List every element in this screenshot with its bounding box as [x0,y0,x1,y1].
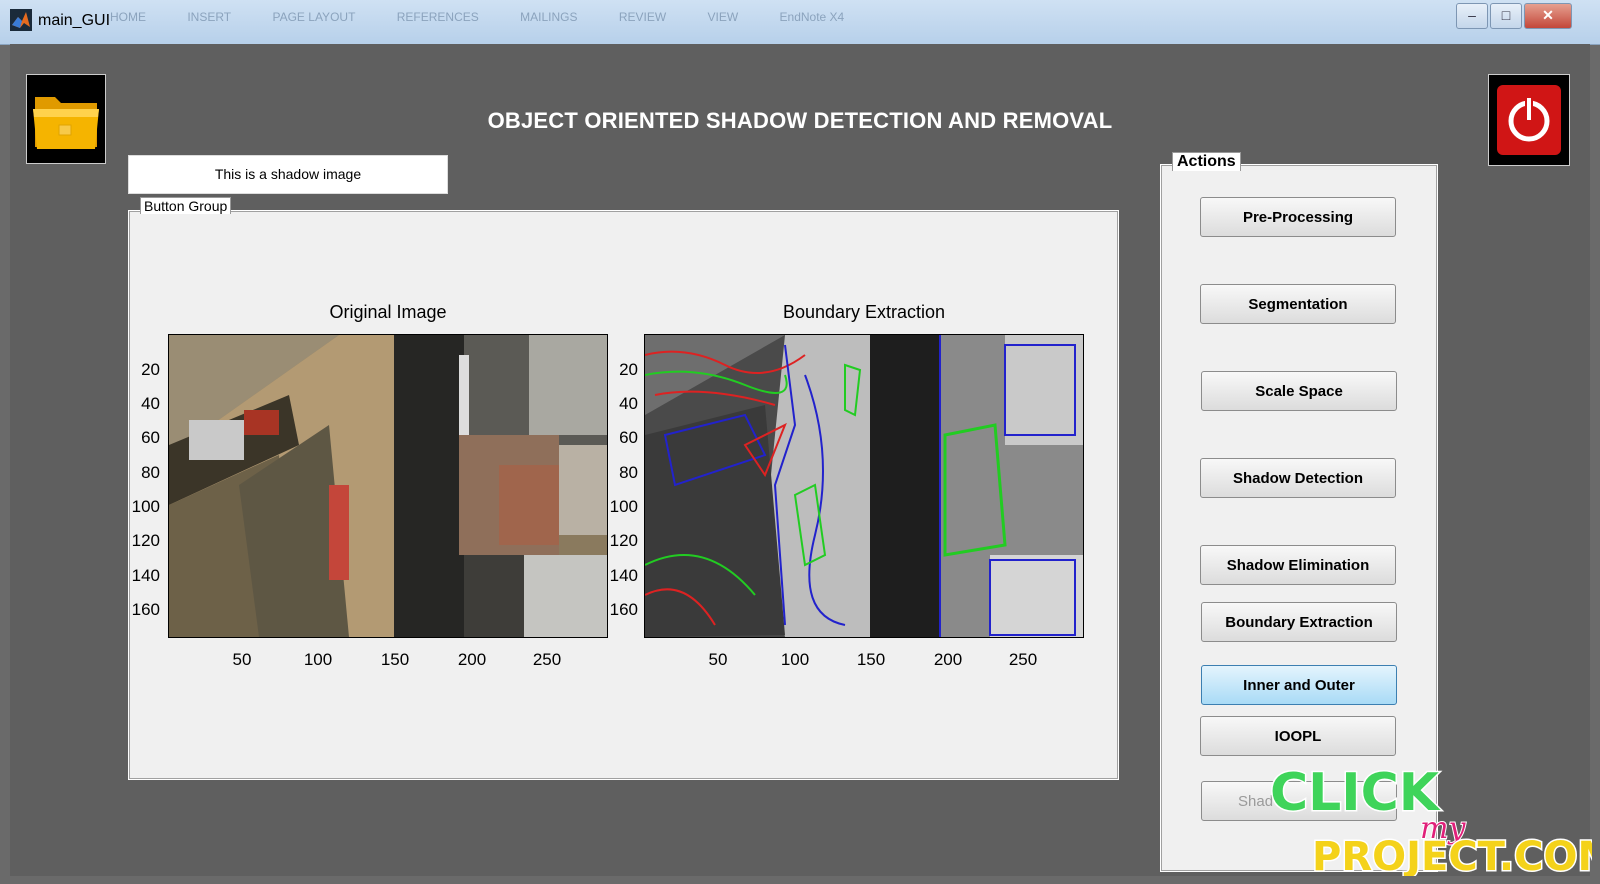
original-image-graphic [169,335,607,637]
x-tick-label: 100 [303,650,333,669]
shadow-detection-button[interactable]: Shadow Detection [1200,458,1396,498]
button-group-label: Button Group [140,197,232,214]
y-tick-label: 160 [131,600,160,619]
y-tick-label: 100 [131,497,160,516]
window-title: main_GUI [38,12,111,29]
y-tick-label: 80 [141,463,160,482]
ghost-tab: HOME [110,10,146,24]
y-tick-label: 60 [619,428,638,447]
boundary-extraction-button[interactable]: Boundary Extraction [1201,602,1397,642]
x-tick-label: 50 [708,650,728,669]
x-tick-label: 150 [856,650,886,669]
y-tick-label: 20 [141,360,160,379]
minimize-button[interactable]: ‒ [1456,3,1488,29]
close-button[interactable]: ✕ [1524,3,1572,29]
maximize-button[interactable]: □ [1490,3,1522,29]
y-tick-label: 140 [609,566,638,585]
y-tick-label: 160 [609,600,638,619]
y-tick-label: 40 [141,394,160,413]
minimize-icon: ‒ [1468,7,1476,23]
matlab-icon [10,9,32,31]
clickmyproject-logo: CLICK my PROJECT.COM [1269,762,1593,877]
axes-title-original: Original Image [329,302,447,322]
y-tick-label: 60 [141,428,160,447]
page-title: OBJECT ORIENTED SHADOW DETECTION AND REM… [487,108,1113,133]
ghost-tab: PAGE LAYOUT [272,10,356,24]
logo-line3: PROJECT.COM [1312,834,1592,876]
y-tick-label: 120 [131,531,160,550]
x-tick-label: 250 [532,650,562,669]
boundary-image-graphic [645,335,1083,637]
y-tick-label: 100 [609,497,638,516]
ghost-tab: INSERT [187,10,232,24]
ghost-tab: REVIEW [618,10,667,24]
x-tick-label: 150 [380,650,410,669]
ioopl-button[interactable]: IOOPL [1200,716,1396,756]
x-tick-label: 200 [457,650,487,669]
y-tick-label: 120 [609,531,638,550]
ghost-tab: EndNote X4 [779,10,845,24]
close-icon: ✕ [1542,7,1554,23]
ghost-tab: MAILINGS [520,10,578,24]
y-tick-label: 40 [619,394,638,413]
scale-space-button[interactable]: Scale Space [1201,371,1397,411]
y-tick-label: 80 [619,463,638,482]
x-tick-label: 50 [232,650,252,669]
y-tick-label: 140 [131,566,160,585]
boundary-extraction-image [644,334,1084,638]
actions-panel-label: Actions [1172,152,1241,171]
axes-title-boundary: Boundary Extraction [782,302,946,322]
ghost-ribbon-tabs: HOME INSERT PAGE LAYOUT REFERENCES MAILI… [110,10,882,24]
ghost-tab: REFERENCES [396,10,479,24]
x-tick-label: 200 [933,650,963,669]
original-image [168,334,608,638]
logo-line1: CLICK [1270,763,1441,823]
inner-and-outer-button[interactable]: Inner and Outer [1201,665,1397,705]
y-tick-label: 20 [619,360,638,379]
shadow-elimination-button[interactable]: Shadow Elimination [1200,545,1396,585]
x-tick-label: 100 [780,650,810,669]
status-text-box: This is a shadow image [128,155,448,194]
maximize-icon: □ [1501,7,1511,23]
ghost-tab: VIEW [707,10,739,24]
segmentation-button[interactable]: Segmentation [1200,284,1396,324]
x-tick-label: 250 [1008,650,1038,669]
pre-processing-button[interactable]: Pre-Processing [1200,197,1396,237]
